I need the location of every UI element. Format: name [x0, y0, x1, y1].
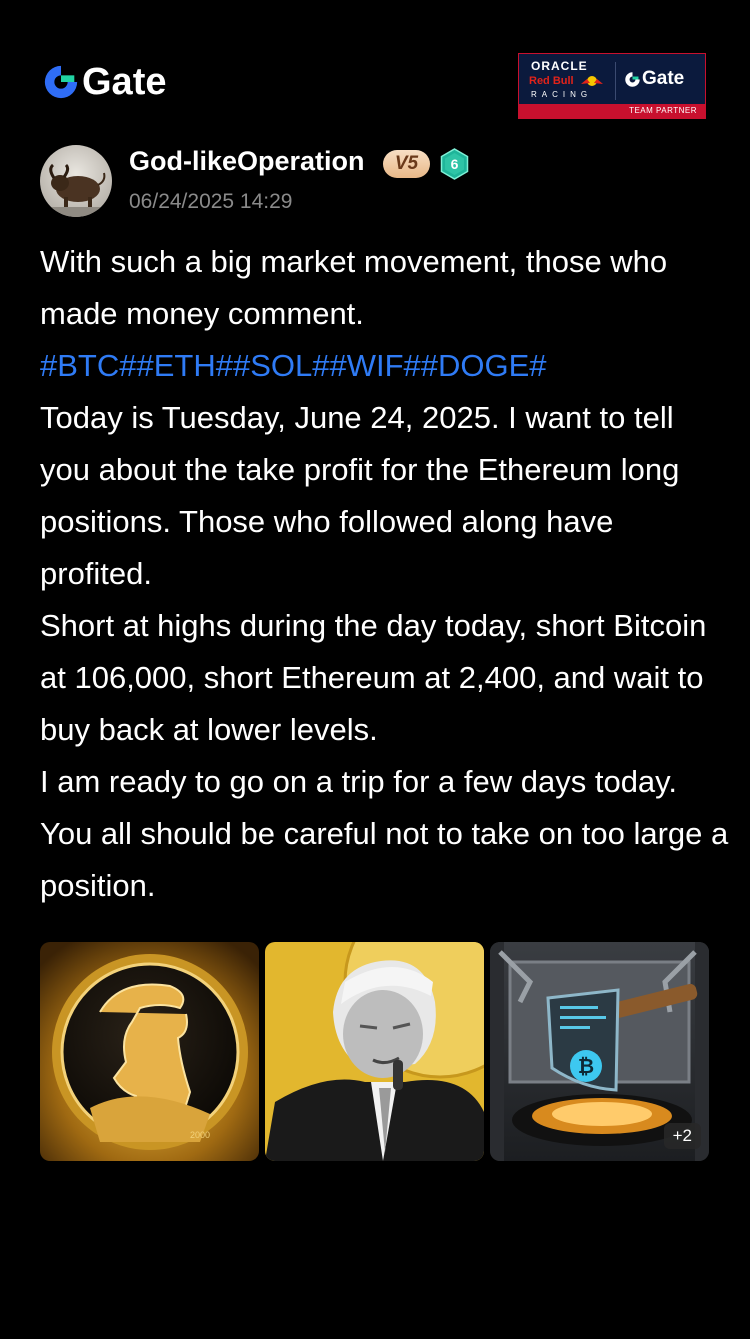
post-image-gold-coin[interactable]: 2000	[40, 942, 259, 1161]
gate-logo-icon	[44, 65, 78, 99]
gate-logo[interactable]: Gate	[42, 62, 166, 102]
svg-text:₿: ₿	[578, 1056, 594, 1078]
gate-mini-logo: Gate	[624, 68, 684, 90]
badge-divider	[615, 62, 616, 100]
post-paragraph-trip: I am ready to go on a trip for a few day…	[40, 764, 729, 903]
post-paragraph-take-profit: Today is Tuesday, June 24, 2025. I want …	[40, 400, 680, 591]
post-paragraph-short: Short at highs during the day today, sho…	[40, 608, 707, 747]
gate-logo-text: Gate	[82, 61, 167, 103]
avatar[interactable]	[40, 145, 112, 217]
post-image-grid: 2000 ₿ +2	[40, 942, 709, 1161]
post-image-portrait[interactable]	[265, 942, 484, 1161]
racing-text: RACING	[531, 90, 593, 99]
post-page: Gate ORACLE Red Bull RACING Gate TEAM PA…	[0, 0, 750, 1339]
oracle-text: ORACLE	[531, 59, 588, 73]
redbull-text: Red Bull	[529, 75, 574, 87]
post-line-intro: With such a big market movement, those w…	[40, 244, 668, 331]
vip-badge: V5	[383, 150, 430, 178]
more-images-badge[interactable]: +2	[663, 1123, 701, 1149]
post-timestamp: 06/24/2025 14:29	[129, 190, 293, 213]
post-hashtags[interactable]: #BTC##ETH##SOL##WIF##DOGE#	[40, 340, 730, 392]
level-badge-label: 6	[451, 156, 459, 172]
bull-avatar-image	[40, 145, 112, 217]
level-badge-icon: 6	[440, 148, 469, 180]
gate-mini-text: Gate	[642, 68, 685, 89]
post-image-bitcoin-axe[interactable]: ₿ +2	[490, 942, 709, 1161]
post-body: With such a big market movement, those w…	[40, 236, 730, 912]
svg-text:2000: 2000	[190, 1130, 210, 1140]
portrait-photo-image	[265, 942, 484, 1161]
red-bull-icon	[581, 76, 603, 86]
gate-mini-icon	[625, 71, 640, 87]
author-name[interactable]: God-likeOperation	[129, 146, 365, 177]
team-partner-label: TEAM PARTNER	[519, 104, 705, 118]
team-partner-badge[interactable]: ORACLE Red Bull RACING Gate TEAM PARTNER	[518, 53, 706, 119]
gold-coin-portrait-image: 2000	[40, 942, 259, 1161]
